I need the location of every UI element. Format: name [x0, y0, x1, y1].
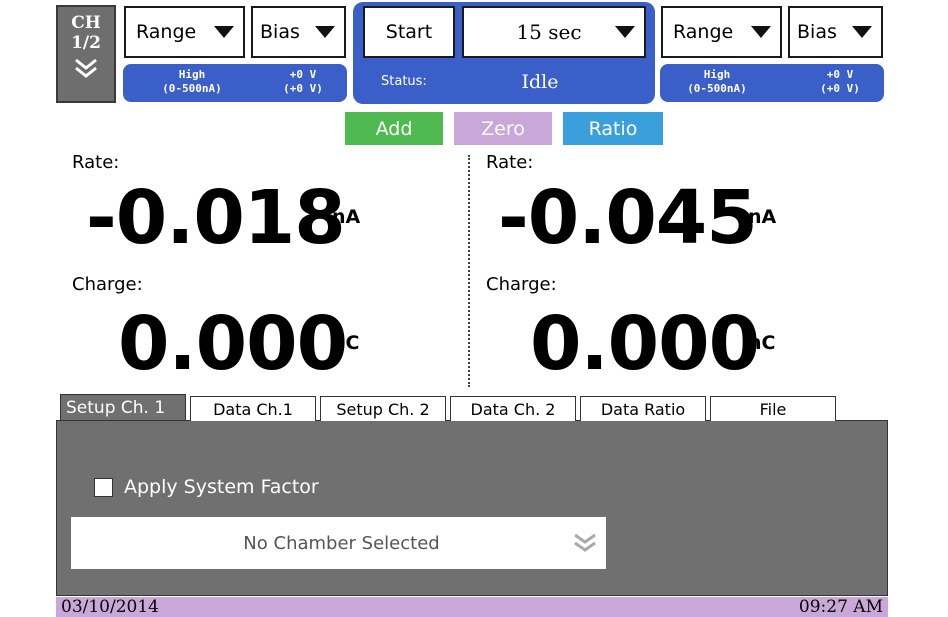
left-range-bias-info: High (0-500nA) +0 V (+0 V) — [123, 64, 347, 102]
channel-divider — [468, 155, 470, 387]
chamber-select-dropdown[interactable]: No Chamber Selected — [71, 517, 606, 569]
status-time: 09:27 AM — [798, 597, 883, 617]
right-range-bias-info: High (0-500nA) +0 V (+0 V) — [660, 64, 884, 102]
triangle-down-icon — [214, 26, 234, 38]
left-range-label: Range — [136, 21, 197, 43]
integration-time-dropdown[interactable]: 15 sec — [462, 6, 646, 58]
triangle-down-icon — [751, 26, 771, 38]
tab-data-ch1[interactable]: Data Ch.1 — [190, 396, 316, 421]
ch2-charge-unit: nC — [748, 332, 776, 354]
channel-label-line2: 1/2 — [71, 33, 101, 53]
tab-data-ratio[interactable]: Data Ratio — [580, 396, 706, 421]
left-bias-dropdown[interactable]: Bias — [251, 6, 346, 58]
ch1-charge-label: Charge: — [72, 274, 143, 295]
tab-setup-ch1[interactable]: Setup Ch. 1 — [60, 394, 186, 420]
triangle-down-icon — [615, 26, 635, 38]
right-bias-info-line2: (+0 V) — [820, 82, 860, 95]
apply-system-factor-label: Apply System Factor — [124, 476, 319, 498]
apply-system-factor-checkbox[interactable] — [94, 478, 113, 497]
zero-button[interactable]: Zero — [454, 112, 552, 145]
start-button[interactable]: Start — [363, 6, 455, 58]
add-button[interactable]: Add — [345, 112, 443, 145]
ch1-rate-value: -0.018 — [86, 175, 346, 261]
left-bias-label: Bias — [260, 21, 300, 43]
right-range-label: Range — [673, 21, 734, 43]
status-bar: 03/10/2014 09:27 AM — [56, 597, 888, 617]
triangle-down-icon — [315, 26, 335, 38]
tab-file[interactable]: File — [710, 396, 836, 421]
ch2-rate-unit: nA — [748, 206, 777, 228]
ch2-rate-value: -0.045 — [498, 175, 758, 261]
left-range-dropdown[interactable]: Range — [124, 6, 245, 58]
status-date: 03/10/2014 — [61, 597, 159, 617]
setup-panel — [56, 420, 888, 596]
ch2-charge-label: Charge: — [486, 274, 557, 295]
channel-label-line1: CH — [71, 13, 101, 33]
tab-data-ch2[interactable]: Data Ch. 2 — [450, 396, 576, 421]
status-value: Idle — [521, 71, 559, 93]
ch1-rate-unit: nA — [332, 206, 361, 228]
tab-setup-ch2[interactable]: Setup Ch. 2 — [320, 396, 446, 421]
ch2-charge-value: 0.000 — [530, 301, 760, 387]
left-range-info-line1: High — [178, 68, 206, 81]
right-bias-info-line1: +0 V — [826, 68, 854, 81]
triangle-down-icon — [852, 26, 872, 38]
channel-selector-button[interactable]: CH 1/2 — [56, 5, 116, 103]
left-bias-info-line1: +0 V — [289, 68, 317, 81]
ch1-charge-value: 0.000 — [118, 301, 348, 387]
left-bias-info-line2: (+0 V) — [283, 82, 323, 95]
chamber-select-value: No Chamber Selected — [243, 532, 440, 554]
double-chevron-down-icon — [574, 533, 596, 552]
ch1-rate-label: Rate: — [72, 152, 120, 173]
double-chevron-down-icon — [75, 58, 97, 78]
right-bias-dropdown[interactable]: Bias — [788, 6, 883, 58]
ch1-charge-unit: nC — [332, 332, 360, 354]
right-range-info-line1: High — [703, 68, 731, 81]
right-range-dropdown[interactable]: Range — [661, 6, 782, 58]
right-range-info-line2: (0-500nA) — [687, 82, 747, 95]
ratio-button[interactable]: Ratio — [563, 112, 663, 145]
status-label: Status: — [381, 74, 427, 89]
right-bias-label: Bias — [797, 21, 837, 43]
integration-time-value: 15 sec — [516, 20, 582, 44]
left-range-info-line2: (0-500nA) — [162, 82, 222, 95]
ch2-rate-label: Rate: — [486, 152, 534, 173]
